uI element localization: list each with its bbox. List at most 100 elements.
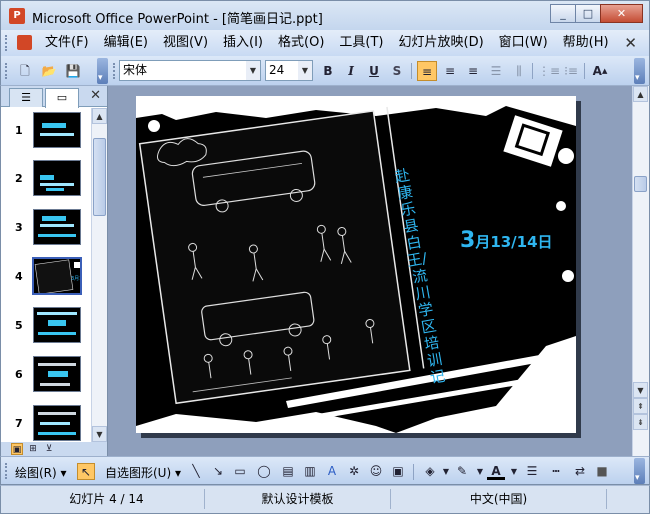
menu-insert[interactable]: 插入(I) [223, 30, 263, 56]
line-tool-icon[interactable]: ╲ [187, 463, 205, 480]
thumbnail-number: 7 [15, 417, 23, 430]
list-item[interactable]: 5 [1, 303, 91, 351]
thumbnail-scrollbar[interactable]: ▲ ▼ [91, 108, 107, 442]
minimize-button[interactable]: _ [550, 4, 576, 23]
toolbar-grip-handle[interactable] [5, 63, 8, 79]
arrow-tool-icon[interactable]: ↘ [209, 463, 227, 480]
diagram-icon[interactable]: ✲ [345, 463, 363, 480]
scrollbar-thumb[interactable] [634, 176, 647, 192]
list-item[interactable]: 3 [1, 205, 91, 253]
italic-button[interactable]: I [341, 61, 361, 81]
new-document-icon[interactable]: 🗋 [15, 61, 35, 81]
font-color-icon[interactable]: A [487, 463, 505, 480]
bold-button[interactable]: B [318, 61, 338, 81]
document-close-icon[interactable]: ✕ [624, 34, 637, 52]
document-icon[interactable] [17, 35, 32, 50]
menu-tools[interactable]: 工具(T) [339, 30, 383, 56]
chevron-down-icon[interactable]: ▼ [298, 61, 312, 80]
open-folder-icon[interactable]: 📂 [39, 61, 59, 81]
clip-art-icon[interactable]: ☺ [367, 463, 385, 480]
list-item[interactable]: 4 3月13/14日 [1, 254, 91, 302]
distribute-vertical-icon[interactable]: ⫼ [509, 61, 529, 81]
numbered-list-icon[interactable]: ⋮≡ [538, 61, 560, 81]
menu-view[interactable]: 视图(V) [163, 30, 208, 56]
next-slide-icon[interactable]: ⇟ [633, 414, 648, 430]
standard-toolbar-options-chevron[interactable] [97, 58, 108, 84]
chevron-down-icon[interactable]: ▼ [246, 61, 260, 80]
list-item[interactable]: 6 [1, 352, 91, 400]
formatting-toolbar-options-chevron[interactable] [634, 58, 645, 84]
autoshapes-menu-button[interactable]: 自选图形(U) ▾ [105, 464, 181, 481]
grow-font-button[interactable]: A▲ [590, 61, 610, 81]
normal-view-icon[interactable]: ▣ [11, 443, 23, 455]
distribute-horizontal-icon[interactable]: ☰ [486, 61, 506, 81]
font-name-combo[interactable]: 宋体 ▼ [119, 60, 261, 81]
slideshow-view-icon[interactable]: ⊻ [43, 443, 55, 455]
chevron-down-icon[interactable]: ▼ [505, 463, 523, 480]
slide-scrollbar[interactable]: ▲ ▼ ⇞ ⇟ [632, 86, 649, 456]
list-item[interactable]: 1 [1, 108, 91, 156]
slide-thumbnail-selected[interactable]: 3月13/14日 [31, 256, 83, 296]
vertical-text-box-icon[interactable]: ▥ [301, 463, 319, 480]
menu-format[interactable]: 格式(O) [278, 30, 324, 56]
arrow-style-icon[interactable]: ⇄ [571, 463, 589, 480]
tab-slides[interactable]: ▭ [45, 88, 79, 108]
slide-thumbnail[interactable] [33, 307, 81, 343]
menu-file[interactable]: 文件(F) [45, 30, 89, 56]
save-icon[interactable]: 💾 [63, 61, 83, 81]
menu-grip-handle[interactable] [5, 35, 8, 51]
bullet-list-icon[interactable]: ⁝≡ [561, 61, 581, 81]
oval-tool-icon[interactable]: ◯ [255, 463, 273, 480]
scroll-down-icon[interactable]: ▼ [92, 426, 107, 442]
pane-close-icon[interactable]: ✕ [90, 88, 101, 103]
slide-thumbnail[interactable] [33, 112, 81, 148]
dash-style-icon[interactable]: ┅ [547, 463, 565, 480]
toolbar-grip-handle-2[interactable] [113, 63, 116, 79]
select-objects-icon[interactable]: ↖ [77, 463, 95, 480]
maximize-button[interactable]: □ [575, 4, 601, 23]
menu-help[interactable]: 帮助(H) [563, 30, 609, 56]
scrollbar-thumb[interactable] [93, 138, 106, 216]
drawing-toolbar-options-chevron[interactable] [634, 458, 645, 484]
tab-outline[interactable]: ☰ [9, 88, 43, 107]
line-style-icon[interactable]: ☰ [523, 463, 541, 480]
close-button[interactable]: ✕ [600, 4, 643, 23]
scroll-up-icon[interactable]: ▲ [633, 86, 648, 102]
align-center-icon[interactable]: ≡ [440, 61, 460, 81]
outline-icon: ☰ [21, 91, 31, 104]
toolbar-separator [413, 464, 414, 480]
line-color-icon[interactable]: ✎ [453, 463, 471, 480]
current-slide[interactable]: 赴康乐县白王/流川学区培训记 3月13/14日 [136, 96, 576, 433]
underline-button[interactable]: U [364, 61, 384, 81]
draw-menu-button[interactable]: 绘图(R) ▾ [15, 464, 67, 481]
shadow-style-icon[interactable]: ■ [593, 463, 611, 480]
shadow-button[interactable]: S [387, 61, 407, 81]
align-left-icon[interactable]: ≡ [417, 61, 437, 81]
toolbar-separator [411, 63, 412, 79]
slide-sorter-view-icon[interactable]: ⊞ [27, 443, 39, 455]
menu-slideshow[interactable]: 幻灯片放映(D) [399, 30, 484, 56]
menu-edit[interactable]: 编辑(E) [104, 30, 148, 56]
status-design-template[interactable]: 默认设计模板 [205, 489, 391, 509]
list-item[interactable]: 7 [1, 401, 91, 442]
slide-thumbnail[interactable] [33, 405, 81, 441]
powerpoint-app-icon[interactable]: P [9, 8, 25, 24]
toolbar-grip-handle[interactable] [5, 463, 8, 479]
slide-thumbnail[interactable] [33, 209, 81, 245]
wordart-icon[interactable]: A [323, 463, 341, 480]
font-size-combo[interactable]: 24 ▼ [265, 60, 313, 81]
menu-window[interactable]: 窗口(W) [499, 30, 548, 56]
status-bar: 幻灯片 4 / 14 默认设计模板 中文(中国) [0, 485, 650, 514]
list-item[interactable]: 2 [1, 156, 91, 204]
align-right-icon[interactable]: ≡ [463, 61, 483, 81]
scroll-down-icon[interactable]: ▼ [633, 382, 648, 398]
slide-thumbnail[interactable] [33, 160, 81, 196]
insert-picture-icon[interactable]: ▣ [389, 463, 407, 480]
slide-date-title[interactable]: 3月13/14日 [460, 228, 553, 253]
text-box-icon[interactable]: ▤ [279, 463, 297, 480]
slide-thumbnail[interactable] [33, 356, 81, 392]
drawing-toolbar: 绘图(R) ▾ ↖ 自选图形(U) ▾ ╲ ↘ ▭ ◯ ▤ ▥ A ✲ ☺ ▣ … [0, 456, 650, 485]
rectangle-tool-icon[interactable]: ▭ [231, 463, 249, 480]
scroll-up-icon[interactable]: ▲ [92, 108, 107, 124]
previous-slide-icon[interactable]: ⇞ [633, 398, 648, 414]
